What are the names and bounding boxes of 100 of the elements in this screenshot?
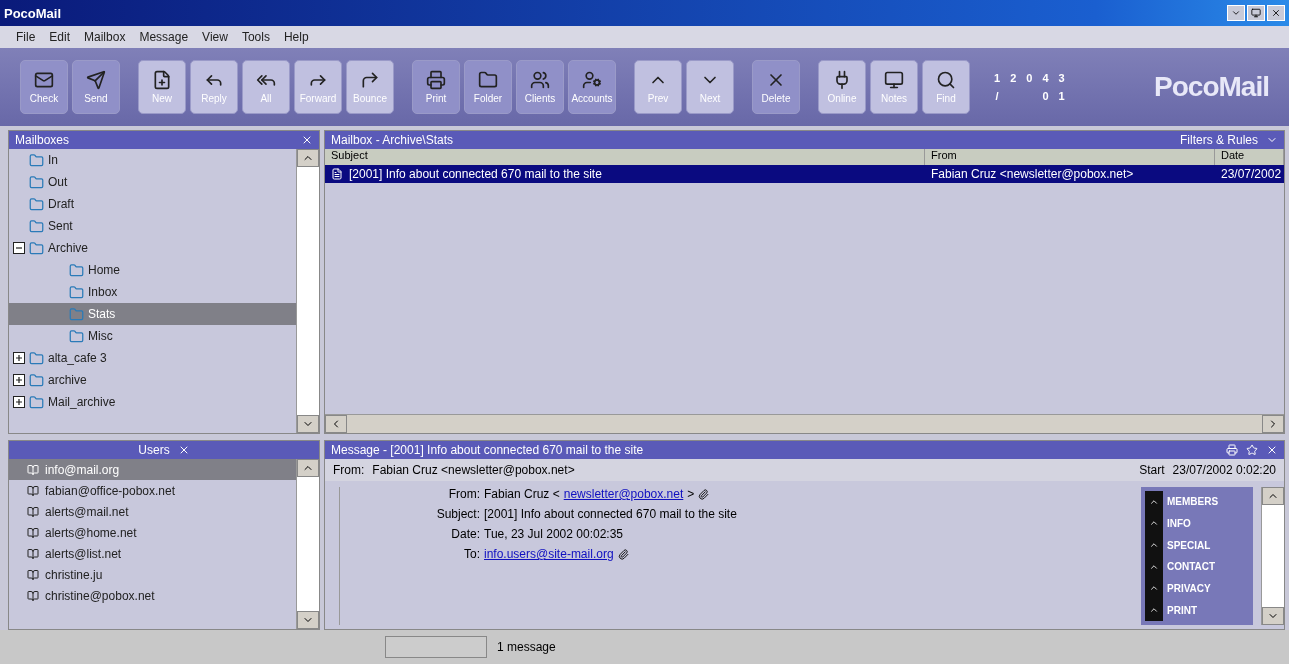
- window-title: PocoMail: [4, 5, 63, 21]
- folder-icon: [29, 196, 44, 212]
- folder-icon: [29, 372, 44, 388]
- status-text: 1 message: [497, 640, 556, 654]
- toolbar-icon: [884, 70, 904, 90]
- filter-label[interactable]: Filters & Rules: [1179, 133, 1258, 147]
- folder-item[interactable]: Home: [9, 259, 296, 281]
- close-icon: [1271, 8, 1281, 18]
- address-item[interactable]: alerts@list.net: [9, 543, 296, 564]
- menu-item[interactable]: File: [16, 30, 36, 44]
- scroll-down-button[interactable]: [297, 415, 319, 433]
- folder-item[interactable]: alta_cafe 3: [9, 347, 296, 369]
- folder-item[interactable]: archive: [9, 369, 296, 391]
- folder-icon: [29, 394, 44, 410]
- folder-item[interactable]: Sent: [9, 215, 296, 237]
- scroll-down-button[interactable]: [1262, 607, 1284, 625]
- folder-icon: [29, 152, 44, 168]
- close-button[interactable]: [1267, 5, 1285, 21]
- panel-title: Mailboxes: [15, 133, 71, 147]
- received-date: 23/07/2002 0:02:20: [1172, 463, 1276, 477]
- folder-item[interactable]: Mail_archive: [9, 391, 296, 413]
- field-value: Tue, 23 Jul 2002 00:02:35: [484, 527, 623, 541]
- menu-item[interactable]: Message: [139, 30, 189, 44]
- side-link[interactable]: SPECIAL: [1167, 539, 1219, 551]
- close-icon[interactable]: [1266, 444, 1278, 456]
- table-cell: [2001] Info about connected 670 mail to the site: [349, 167, 602, 181]
- folder-item[interactable]: Misc: [9, 325, 296, 347]
- scroll-left-button[interactable]: [325, 415, 347, 433]
- toolbar-icon: [426, 70, 446, 90]
- address-item[interactable]: info@mail.org: [9, 459, 296, 480]
- side-link[interactable]: INFO: [1167, 518, 1219, 529]
- attach-icon: [617, 548, 629, 560]
- start-label[interactable]: Start: [1139, 463, 1165, 477]
- scroll-up-button[interactable]: [1262, 487, 1284, 505]
- toolbar-icon: [34, 70, 54, 90]
- counter-value: 1: [994, 72, 1001, 84]
- folder-icon: [29, 350, 44, 366]
- field-value: [2001] Info about connected 670 mail to the site: [484, 507, 737, 521]
- folder-item[interactable]: Inbox: [9, 281, 296, 303]
- attach-icon: [698, 488, 710, 500]
- toolbar-icon: [360, 70, 380, 90]
- folder-item[interactable]: Archive: [9, 237, 296, 259]
- folder-icon: [29, 174, 44, 190]
- expand-toggle[interactable]: [13, 352, 25, 364]
- scroll-up-button[interactable]: [297, 149, 319, 167]
- address-item[interactable]: alerts@home.net: [9, 522, 296, 543]
- book-icon: [27, 568, 39, 581]
- book-icon: [27, 505, 39, 518]
- folder-item[interactable]: Out: [9, 171, 296, 193]
- maximize-button[interactable]: [1247, 5, 1265, 21]
- from-label: From:: [333, 463, 365, 477]
- folder-item[interactable]: Stats: [9, 303, 296, 325]
- scroll-down-button[interactable]: [297, 611, 319, 629]
- panel-title: Users: [138, 443, 170, 457]
- scroll-right-button[interactable]: [1262, 415, 1284, 433]
- folder-icon: [29, 240, 44, 256]
- field-label: From:: [447, 487, 480, 501]
- address-item[interactable]: christine@pobox.net: [9, 585, 296, 606]
- toolbar-icon: [530, 70, 550, 90]
- counter-value: 4: [1042, 72, 1049, 84]
- field-label: To:: [463, 547, 480, 561]
- close-icon[interactable]: [301, 134, 313, 146]
- book-icon: [27, 484, 39, 497]
- side-link[interactable]: PRIVACY: [1167, 582, 1219, 594]
- star-icon[interactable]: [1246, 444, 1258, 456]
- expand-toggle[interactable]: [13, 374, 25, 386]
- side-link[interactable]: PRINT: [1167, 604, 1219, 616]
- logo: PocoMail: [1154, 71, 1269, 103]
- counter-value: 0: [1026, 72, 1033, 84]
- toolbar-icon: [478, 70, 498, 90]
- counter-value: 1: [1058, 90, 1065, 102]
- address-item[interactable]: christine.ju: [9, 564, 296, 585]
- toolbar-icon: [86, 70, 106, 90]
- toolbar-icon: [936, 70, 956, 90]
- folder-icon: [69, 328, 84, 344]
- folder-icon: [69, 284, 84, 300]
- menu-item[interactable]: Edit: [49, 30, 71, 44]
- letter-icon: [331, 168, 343, 180]
- folder-item[interactable]: In: [9, 149, 296, 171]
- field-value: >: [687, 487, 695, 501]
- toolbar-icon: [152, 70, 172, 90]
- side-link[interactable]: MEMBERS: [1167, 496, 1219, 508]
- sender-text: Fabian Cruz <newsletter@pobox.net>: [372, 463, 576, 477]
- menu-item[interactable]: Tools: [241, 30, 270, 44]
- menu-item[interactable]: View: [202, 30, 228, 44]
- email-link[interactable]: newsletter@pobox.net: [563, 487, 684, 501]
- email-link[interactable]: info.users@site-mail.org: [484, 547, 614, 561]
- menu-item[interactable]: Help: [283, 30, 309, 44]
- collapse-toggle[interactable]: [13, 242, 25, 254]
- folder-item[interactable]: Draft: [9, 193, 296, 215]
- expand-toggle[interactable]: [13, 396, 25, 408]
- field-label: Date:: [450, 527, 480, 541]
- scroll-up-button[interactable]: [297, 459, 319, 477]
- address-item[interactable]: alerts@mail.net: [9, 501, 296, 522]
- printer-icon[interactable]: [1226, 444, 1238, 456]
- message-row[interactable]: [2001] Info about connected 670 mail to the site Fabian Cruz <newsletter@pobox.net> 23/07/2002: [325, 165, 1284, 183]
- side-link[interactable]: CONTACT: [1167, 561, 1219, 573]
- address-item[interactable]: fabian@office-pobox.net: [9, 480, 296, 501]
- book-icon: [27, 526, 39, 539]
- menu-item[interactable]: Mailbox: [84, 30, 126, 44]
